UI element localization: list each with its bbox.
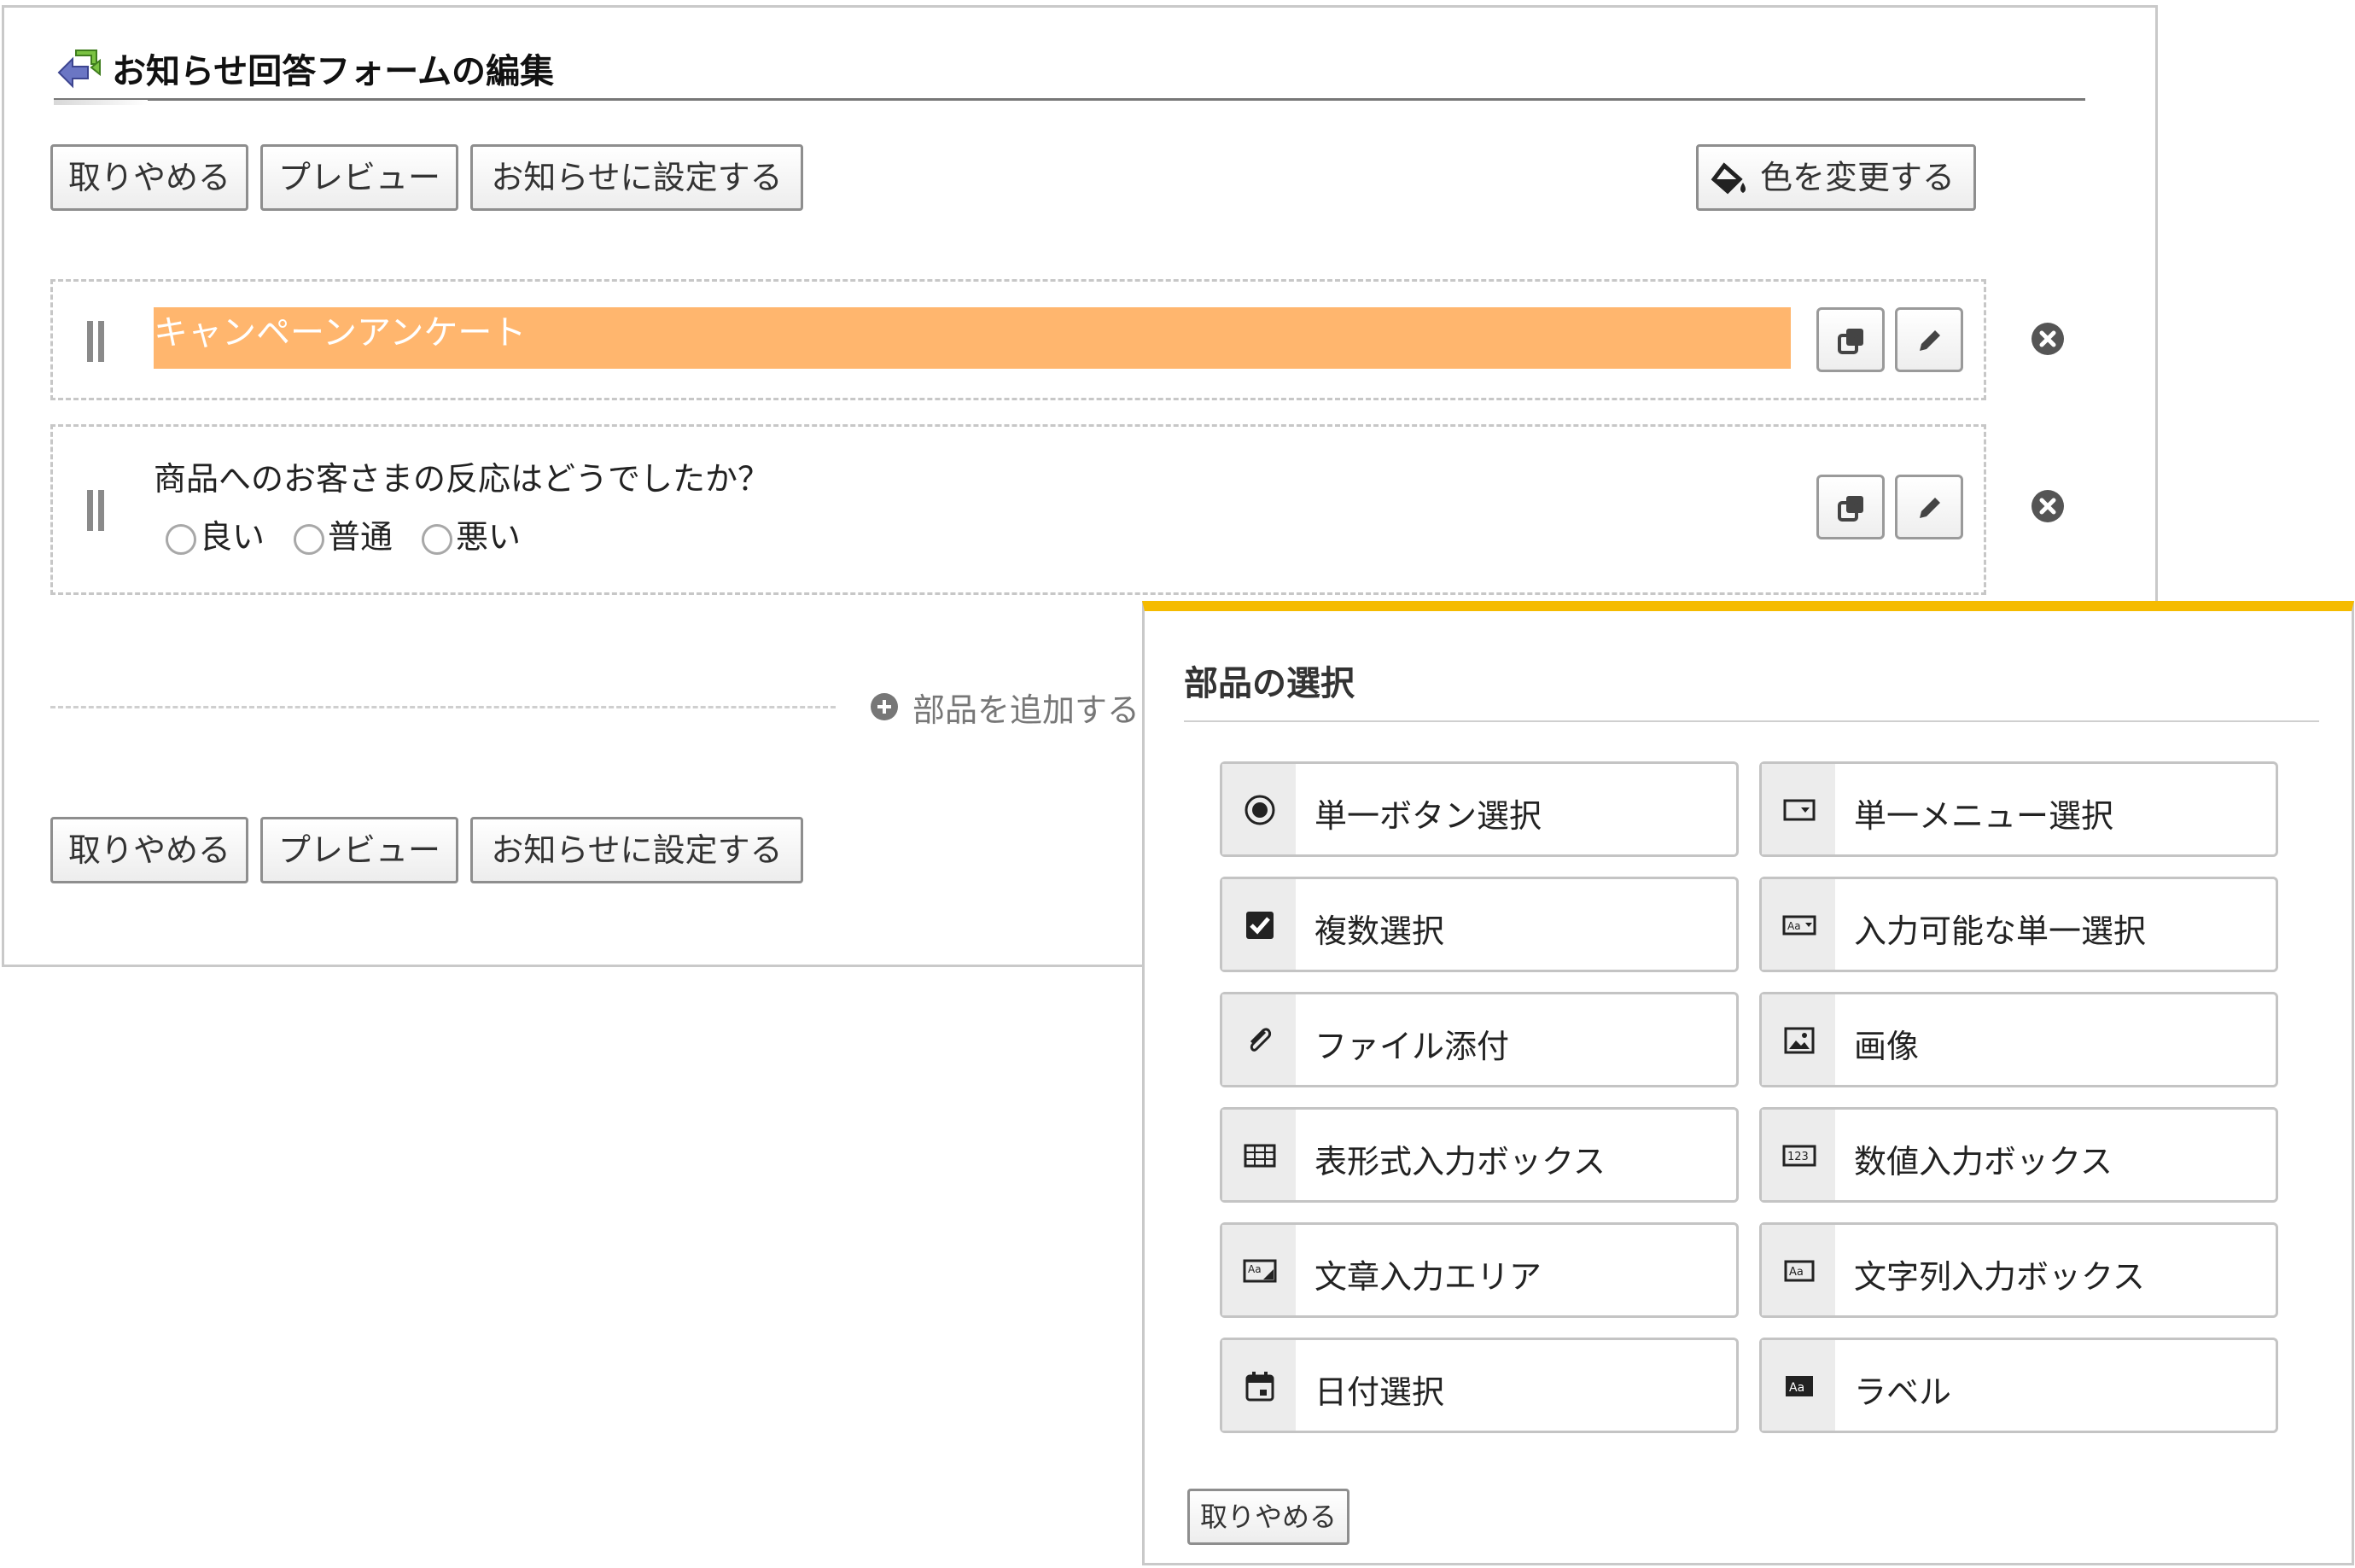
option-label: 複数選択 xyxy=(1314,912,1445,950)
preview-button-top[interactable]: プレビュー xyxy=(260,144,458,211)
add-part-link[interactable]: 部品を追加する xyxy=(912,684,1140,731)
dialog-divider xyxy=(1184,720,2319,722)
delete-icon[interactable] xyxy=(2031,489,2065,523)
copy-icon xyxy=(1838,496,1863,522)
change-color-label: 色を変更する xyxy=(1760,159,1956,196)
drag-handle-icon[interactable] xyxy=(84,321,108,362)
part-option-file-attach[interactable]: ファイル添付 xyxy=(1220,992,1739,1087)
part-option-editable-select[interactable]: Aa 入力可能な単一選択 xyxy=(1759,877,2278,972)
page-title: お知らせ回答フォームの編集 xyxy=(112,52,554,91)
option-label: 表形式入力ボックス xyxy=(1314,1143,1606,1180)
option-icon-box: Aa xyxy=(1762,1225,1835,1315)
label-icon: Aa xyxy=(1786,1376,1813,1396)
radio-circle-icon[interactable] xyxy=(294,524,324,555)
copy-icon xyxy=(1838,329,1863,354)
duplicate-button[interactable] xyxy=(1816,307,1885,372)
option-label: ラベル xyxy=(1854,1373,1952,1411)
radio-option-label: 普通 xyxy=(328,518,393,556)
option-label: 画像 xyxy=(1854,1028,1920,1065)
drag-handle-icon[interactable] xyxy=(84,490,108,531)
radio-option[interactable]: 良い xyxy=(166,510,265,556)
form-part-radio[interactable]: 商品へのお客さまの反応はどうでしたか？ 良い 普通 悪い xyxy=(50,424,1986,595)
cancel-button-top[interactable]: 取りやめる xyxy=(50,144,248,211)
editor-header: お知らせ回答フォームの編集 xyxy=(54,38,2085,101)
option-label: ファイル添付 xyxy=(1314,1028,1510,1065)
svg-text:Aa: Aa xyxy=(1248,1263,1262,1275)
paint-bucket-icon xyxy=(1711,162,1746,195)
option-label: 数値入力ボックス xyxy=(1854,1143,2113,1180)
radio-circle-icon[interactable] xyxy=(166,524,196,555)
preview-button-bottom[interactable]: プレビュー xyxy=(260,817,458,883)
option-label: 文章入力エリア xyxy=(1314,1258,1542,1296)
part-option-single-radio[interactable]: 単一ボタン選択 xyxy=(1220,761,1739,857)
part-option-image[interactable]: 画像 xyxy=(1759,992,2278,1087)
svg-text:123: 123 xyxy=(1787,1151,1809,1163)
pencil-icon xyxy=(1920,498,1940,518)
dropdown-icon xyxy=(1783,799,1816,821)
checkbox-icon xyxy=(1246,912,1274,939)
radio-option[interactable]: 悪い xyxy=(422,510,521,556)
calendar-icon xyxy=(1245,1372,1274,1402)
part-option-number-input[interactable]: 123 数値入力ボックス xyxy=(1759,1107,2278,1203)
option-icon-box xyxy=(1222,1340,1296,1431)
option-icon-box xyxy=(1222,994,1296,1085)
option-icon-box: Aa xyxy=(1222,1225,1296,1315)
add-part-row: 部品を追加する xyxy=(50,691,1151,732)
set-notice-button-top[interactable]: お知らせに設定する xyxy=(470,144,803,211)
radio-option-label: 良い xyxy=(200,518,265,556)
plus-circle-icon[interactable] xyxy=(870,692,899,721)
image-icon xyxy=(1784,1027,1815,1054)
option-label: 日付選択 xyxy=(1314,1373,1445,1411)
option-label: 文字列入力ボックス xyxy=(1854,1258,2145,1296)
cancel-button-bottom[interactable]: 取りやめる xyxy=(50,817,248,883)
option-icon-box xyxy=(1762,764,1835,854)
number-icon: 123 xyxy=(1782,1145,1816,1167)
part-option-multi-select[interactable]: 複数選択 xyxy=(1220,877,1739,972)
delete-icon[interactable] xyxy=(2031,322,2065,356)
option-icon-box xyxy=(1222,764,1296,854)
part-option-date[interactable]: 日付選択 xyxy=(1220,1338,1739,1433)
option-label: 単一メニュー選択 xyxy=(1854,797,2114,835)
set-notice-button-bottom[interactable]: お知らせに設定する xyxy=(470,817,803,883)
dialog-cancel-button[interactable]: 取りやめる xyxy=(1187,1489,1349,1545)
svg-text:Aa: Aa xyxy=(1789,1266,1804,1279)
label-banner: キャンペーンアンケート xyxy=(154,307,1791,369)
option-icon-box xyxy=(1222,879,1296,970)
part-option-table-input[interactable]: 表形式入力ボックス xyxy=(1220,1107,1739,1203)
svg-text:Aa: Aa xyxy=(1789,1381,1804,1395)
textarea-icon: Aa xyxy=(1243,1259,1277,1283)
textbox-icon: Aa xyxy=(1784,1260,1815,1282)
edit-button[interactable] xyxy=(1895,475,1963,539)
part-selection-dialog: 部品の選択 単一ボタン選択 単一メニュー選択 複数選択 Aa 入力可能な単一選択… xyxy=(1142,601,2354,1565)
title-divider xyxy=(54,100,148,105)
option-icon-box: Aa xyxy=(1762,879,1835,970)
option-icon-box: Aa xyxy=(1762,1340,1835,1431)
part-option-textarea[interactable]: Aa 文章入力エリア xyxy=(1220,1222,1739,1318)
radio-option[interactable]: 普通 xyxy=(294,510,393,556)
edit-button[interactable] xyxy=(1895,307,1963,372)
table-icon xyxy=(1244,1144,1276,1168)
paperclip-icon xyxy=(1250,1028,1272,1052)
radio-circle-icon[interactable] xyxy=(422,524,452,555)
part-option-label[interactable]: Aa ラベル xyxy=(1759,1338,2278,1433)
option-icon-box xyxy=(1762,994,1835,1085)
duplicate-button[interactable] xyxy=(1816,475,1885,539)
radio-option-label: 悪い xyxy=(456,518,522,556)
dialog-title: 部品の選択 xyxy=(1184,664,1355,703)
option-label: 入力可能な単一選択 xyxy=(1854,912,2147,950)
change-color-button[interactable]: 色を変更する xyxy=(1696,144,1976,211)
form-part-label[interactable]: キャンペーンアンケート xyxy=(50,279,1986,400)
question-text: 商品へのお客さまの反応はどうでしたか？ xyxy=(154,460,771,498)
option-label: 単一ボタン選択 xyxy=(1314,797,1542,835)
option-icon-box: 123 xyxy=(1762,1110,1835,1200)
radio-icon xyxy=(1245,795,1275,825)
editable-select-icon: Aa xyxy=(1782,915,1816,936)
option-icon-box xyxy=(1222,1110,1296,1200)
part-option-textbox[interactable]: Aa 文字列入力ボックス xyxy=(1759,1222,2278,1318)
add-part-divider xyxy=(50,706,836,708)
edit-arrows-icon xyxy=(57,50,101,89)
svg-text:Aa: Aa xyxy=(1787,920,1801,932)
part-option-single-menu[interactable]: 単一メニュー選択 xyxy=(1759,761,2278,857)
pencil-icon xyxy=(1920,330,1940,351)
